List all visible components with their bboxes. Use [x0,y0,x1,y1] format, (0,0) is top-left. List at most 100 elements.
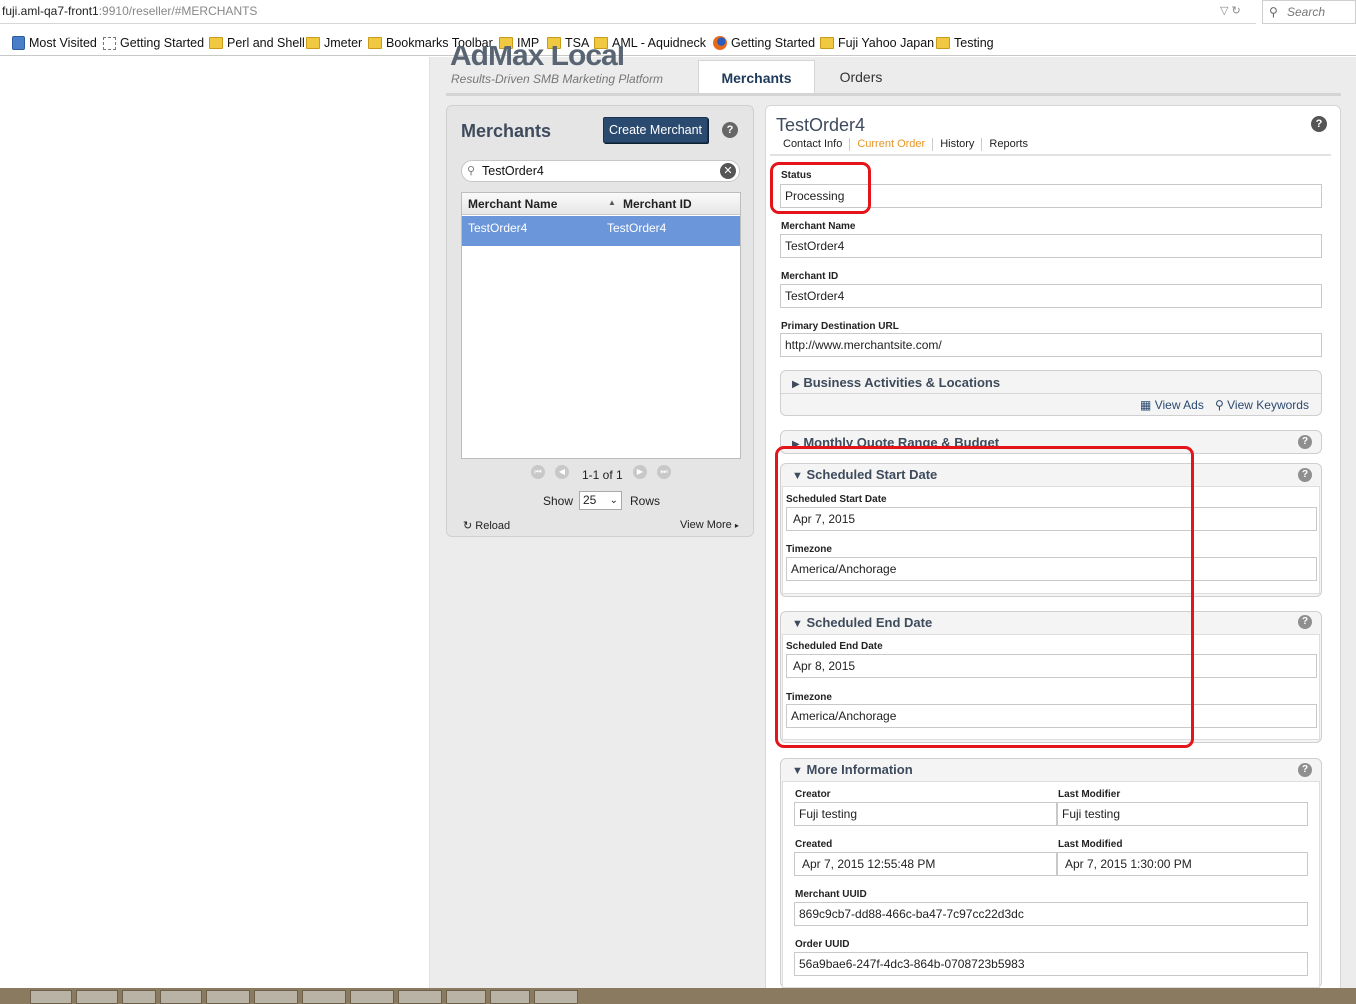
taskbar-button[interactable] [206,990,250,1004]
clear-search-icon[interactable]: ✕ [720,163,736,179]
grid-icon: ▦ [1140,398,1152,412]
taskbar-button[interactable] [30,990,72,1004]
subtab-history[interactable]: History [933,138,983,151]
bookmark-jmeter[interactable]: Jmeter [306,36,362,50]
taskbar-button[interactable] [302,990,346,1004]
taskbar-button[interactable] [76,990,118,1004]
column-header-merchant-name[interactable]: Merchant Name [468,197,557,211]
address-bar[interactable]: fuji.aml-qa7-front1:9910/reseller/#MERCH… [0,0,1256,24]
last-modifier-field[interactable]: Fuji testing [1057,802,1308,826]
magnifier-icon: ⚲ [1215,398,1224,412]
view-keywords-link[interactable]: ⚲ View Keywords [1215,398,1309,412]
bookmark-getting-started-2[interactable]: Getting Started [713,36,815,50]
merchant-id-field[interactable]: TestOrder4 [780,284,1322,308]
creator-label: Creator [795,789,831,800]
created-field[interactable]: Apr 7, 2015 12:55:48 PM [794,852,1057,876]
bookmark-testing[interactable]: Testing [936,36,994,50]
bookmark-getting-started[interactable]: Getting Started [103,36,204,50]
merchant-search-box: ⚲ [461,160,740,182]
order-uuid-label: Order UUID [795,939,850,950]
last-page-icon[interactable]: ⏭ [657,465,671,479]
search-icon: ⚲ [467,165,476,177]
taskbar-button[interactable] [122,990,156,1004]
app-logo: AdMax Local [450,46,625,68]
reload-button[interactable]: ↻ Reload [463,519,510,532]
chevron-down-icon: ⌄ [609,495,618,506]
help-icon[interactable]: ? [722,122,738,138]
tab-merchants[interactable]: Merchants [698,60,815,94]
taskbar-button[interactable] [446,990,486,1004]
subtab-reports[interactable]: Reports [982,138,1035,151]
merchant-uuid-label: Merchant UUID [795,889,867,900]
url-text[interactable]: fuji.aml-qa7-front1:9910/reseller/#MERCH… [2,4,257,18]
help-icon[interactable]: ? [1311,116,1327,132]
creator-field[interactable]: Fuji testing [794,802,1057,826]
help-icon[interactable]: ? [1298,435,1312,449]
subtab-current-order[interactable]: Current Order [850,138,934,151]
schedule-highlight [775,446,1194,748]
prev-page-icon[interactable]: ◀ [555,465,569,479]
folder-icon [820,37,834,49]
search-icon: ⚲ [1269,5,1278,19]
merchant-id-cell: TestOrder4 [607,221,667,235]
view-more-link[interactable]: View More ▸ [680,519,739,531]
browser-search-box[interactable]: ⚲ Search [1262,0,1356,24]
folder-icon [306,37,320,49]
merchant-id-label: Merchant ID [781,271,839,282]
firefox-icon [713,36,727,50]
subtab-contact-info[interactable]: Contact Info [776,138,851,151]
collapse-down-icon: ▼ [792,765,803,777]
url-host: fuji.aml-qa7-front1 [2,4,99,18]
taskbar-button[interactable] [350,990,394,1004]
destination-url-field[interactable]: http://www.merchantsite.com/ [780,333,1322,357]
tab-orders[interactable]: Orders [815,60,907,94]
show-label: Show [543,494,574,508]
taskbar [0,988,1356,1004]
create-merchant-button[interactable]: Create Merchant [603,117,708,143]
taskbar-button[interactable] [398,990,442,1004]
created-label: Created [795,839,833,850]
business-activities-toggle[interactable]: ▶ Business Activities & Locations [792,375,1000,390]
merchant-name-field[interactable]: TestOrder4 [780,234,1322,258]
subtab-divider [770,154,1331,156]
last-modified-field[interactable]: Apr 7, 2015 1:30:00 PM [1057,852,1308,876]
bookmark-perl-and-shell[interactable]: Perl and Shell [209,36,305,50]
taskbar-button[interactable] [534,990,578,1004]
reload-icon[interactable]: ▽ ↻ [1220,4,1241,17]
merchants-panel-title: Merchants [461,121,552,141]
more-information-toggle[interactable]: ▼ More Information [792,762,913,777]
bookmark-fuji-yahoo-japan[interactable]: Fuji Yahoo Japan [820,36,934,50]
chevron-right-icon: ▸ [734,521,739,530]
status-highlight [770,162,871,214]
merchant-search-input[interactable] [482,163,712,179]
help-icon[interactable]: ? [1298,468,1312,482]
help-icon[interactable]: ? [1298,615,1312,629]
destination-url-label: Primary Destination URL [781,321,899,332]
merchant-uuid-field[interactable]: 869c9cb7-dd88-466c-ba47-7c97cc22d3dc [794,902,1308,926]
merchants-table: Merchant Name ▲ Merchant ID TestOrder4 T… [461,192,741,459]
taskbar-button[interactable] [160,990,202,1004]
rows-per-page-select[interactable]: 25 ⌄ [579,491,622,510]
first-page-icon[interactable]: ⏮ [531,465,545,479]
bookmark-most-visited[interactable]: Most Visited [12,36,97,50]
sort-asc-icon: ▲ [608,198,616,207]
taskbar-button[interactable] [490,990,530,1004]
order-uuid-field[interactable]: 56a9bae6-247f-4dc3-864b-0708723b5983 [794,952,1308,976]
last-modifier-label: Last Modifier [1058,789,1121,800]
bookmarks-toolbar: Most Visited Getting Started Perl and Sh… [0,32,1356,56]
url-path: :9910/reseller/#MERCHANTS [98,4,258,18]
column-header-merchant-id[interactable]: Merchant ID [623,197,692,211]
page-icon [103,36,116,50]
app-tagline: Results-Driven SMB Marketing Platform [451,72,664,86]
folder-icon [936,37,950,49]
expand-right-icon: ▶ [792,379,800,390]
next-page-icon[interactable]: ▶ [633,465,647,479]
help-icon[interactable]: ? [1298,763,1312,777]
section-divider [781,393,1321,394]
folder-icon [209,37,223,49]
taskbar-button[interactable] [254,990,298,1004]
merchant-name-cell: TestOrder4 [468,221,528,235]
table-row[interactable]: TestOrder4 TestOrder4 [462,216,740,246]
detail-title: TestOrder4 [776,115,866,135]
view-ads-link[interactable]: ▦ View Ads [1140,398,1204,412]
